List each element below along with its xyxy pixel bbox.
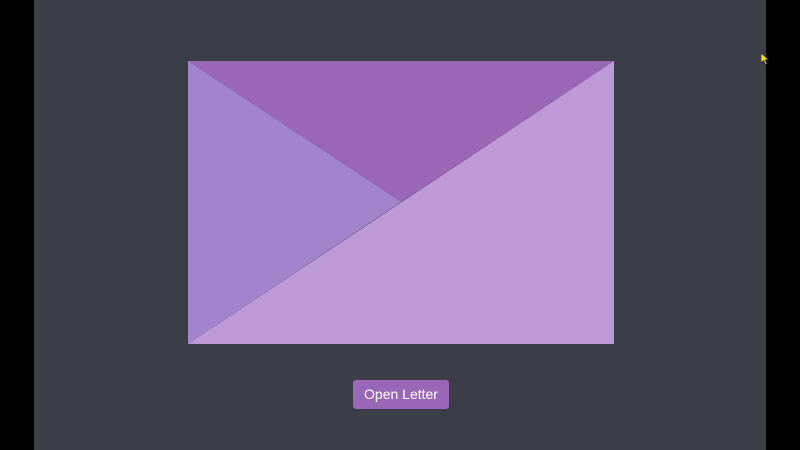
envelope-graphic xyxy=(188,61,614,344)
open-letter-button[interactable]: Open Letter xyxy=(353,380,449,409)
letterbox-left xyxy=(0,0,34,450)
letterbox-right xyxy=(766,0,800,450)
app-viewport: Open Letter xyxy=(34,0,766,450)
mouse-pointer-icon xyxy=(761,53,769,65)
envelope xyxy=(188,61,614,344)
